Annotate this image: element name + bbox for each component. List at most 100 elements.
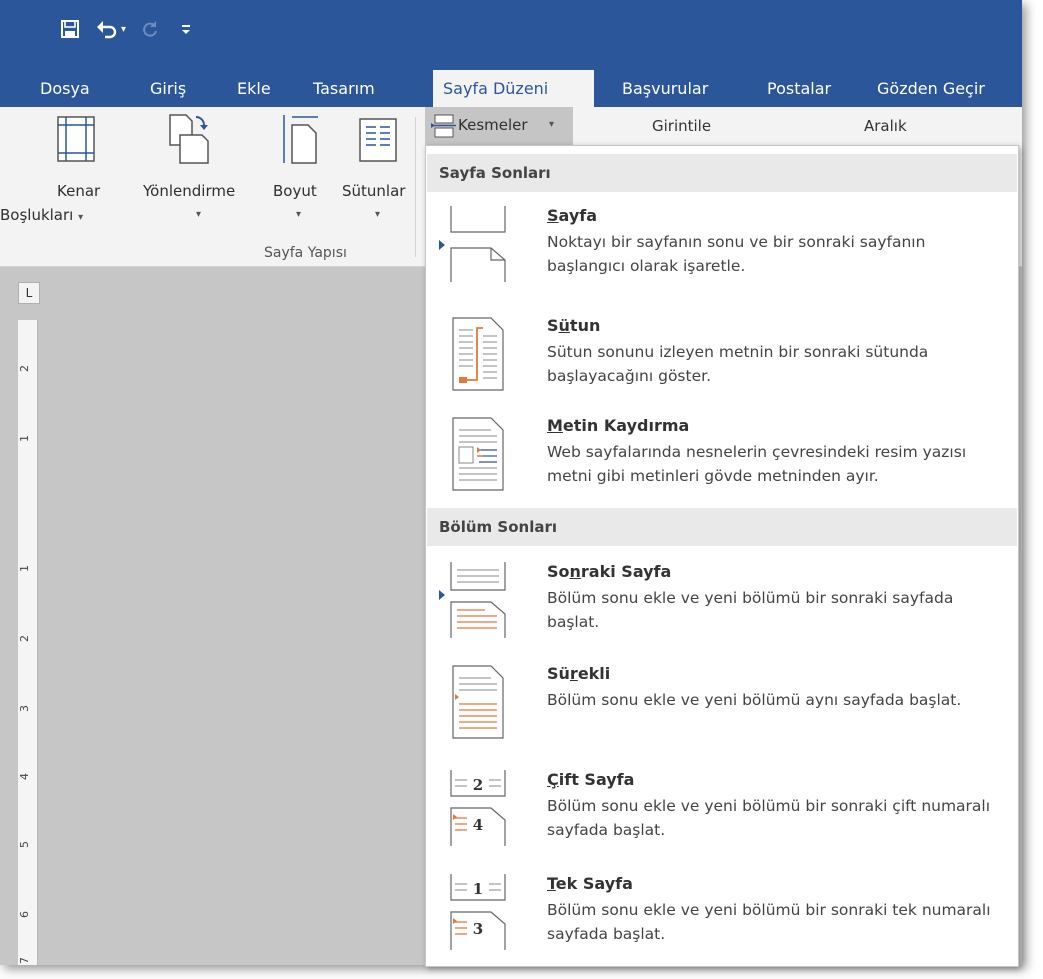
- pointer-icon: [439, 240, 445, 250]
- menu-item-description: Bölüm sonu ekle ve yeni bölümü bir sonra…: [547, 797, 991, 839]
- menu-item-description: Bölüm sonu ekle ve yeni bölümü aynı sayf…: [547, 691, 962, 709]
- title-accel: r: [569, 664, 578, 683]
- tab-references[interactable]: Başvurular: [612, 70, 718, 107]
- title-accel: S: [547, 206, 559, 225]
- title-text: Sü: [547, 664, 570, 683]
- ruler-number: 4: [18, 773, 31, 780]
- title-text: ekli: [577, 664, 611, 683]
- title-text: S: [547, 316, 559, 335]
- ruler-number: 1: [18, 565, 31, 572]
- menu-item-title: Sütun: [547, 316, 600, 335]
- breaks-button[interactable]: Kesmeler ▾: [425, 107, 573, 145]
- chevron-down-icon[interactable]: ▾: [375, 209, 380, 220]
- size-icon[interactable]: [280, 113, 320, 169]
- menu-item-description: Sütun sonunu izleyen metnin bir sonraki …: [547, 343, 929, 385]
- size-label[interactable]: Boyut: [273, 182, 317, 200]
- menu-item-continuous[interactable]: Sürekli Bölüm sonu ekle ve yeni bölümü a…: [427, 660, 1017, 776]
- ruler-number: 5: [18, 841, 31, 848]
- page-break-icon: [447, 206, 509, 282]
- menu-item-description: Bölüm sonu ekle ve yeni bölümü bir sonra…: [547, 589, 954, 631]
- menu-item-even-page[interactable]: 24 Çift Sayfa Bölüm sonu ekle ve yeni bö…: [427, 766, 1017, 882]
- menu-item-next-page[interactable]: Sonraki Sayfa Bölüm sonu ekle ve yeni bö…: [427, 558, 1017, 674]
- ribbon-tab-bar: Dosya Giriş Ekle Tasarım Sayfa Düzeni Ba…: [0, 62, 1022, 107]
- section-header-section-breaks: Bölüm Sonları: [427, 508, 1017, 546]
- spacing-label: Aralık: [864, 117, 907, 135]
- title-text: ift Sayfa: [558, 770, 635, 789]
- menu-item-description: Bölüm sonu ekle ve yeni bölümü bir sonra…: [547, 901, 991, 943]
- chevron-down-icon: ▾: [78, 212, 84, 223]
- section-header-page-breaks: Sayfa Sonları: [427, 154, 1017, 192]
- pointer-icon: [439, 590, 445, 600]
- group-divider: [415, 117, 416, 257]
- chevron-down-icon: ▾: [549, 119, 555, 130]
- tab-insert[interactable]: Ekle: [227, 70, 281, 107]
- ruler-number: 1: [18, 435, 31, 442]
- save-icon[interactable]: [60, 14, 80, 44]
- menu-item-title: Sayfa: [547, 206, 597, 225]
- orientation-label[interactable]: Yönlendirme: [143, 182, 235, 200]
- title-text: etin Kaydırma: [562, 416, 690, 435]
- menu-item-page[interactable]: Sayfa Noktayı bir sayfanın sonu ve bir s…: [427, 202, 1017, 318]
- tab-layout[interactable]: Sayfa Düzeni: [433, 70, 594, 107]
- breaks-icon: [431, 113, 457, 143]
- quick-access-toolbar: ▾: [0, 0, 1022, 62]
- title-text: tun: [569, 316, 601, 335]
- columns-icon[interactable]: [358, 117, 398, 167]
- tab-home[interactable]: Giriş: [140, 70, 196, 107]
- margins-icon[interactable]: [56, 115, 96, 167]
- breaks-dropdown-menu: Sayfa Sonları Sayfa Noktayı bir sayfanın…: [425, 145, 1019, 967]
- menu-item-title: Tek Sayfa: [547, 874, 633, 893]
- column-break-icon: [447, 316, 509, 392]
- tab-mailings[interactable]: Postalar: [757, 70, 841, 107]
- columns-label[interactable]: Sütunlar: [342, 182, 405, 200]
- next-page-break-icon: [447, 562, 509, 638]
- menu-item-odd-page[interactable]: 13 Tek Sayfa Bölüm sonu ekle ve yeni böl…: [427, 870, 1017, 979]
- title-accel: ü: [558, 316, 570, 335]
- ruler-number: 7: [18, 957, 31, 964]
- customize-qat-icon[interactable]: [180, 14, 192, 44]
- tab-selector[interactable]: L: [18, 282, 40, 304]
- menu-item-column[interactable]: Sütun Sütun sonunu izleyen metnin bir so…: [427, 312, 1017, 428]
- ruler-number: 2: [18, 635, 31, 642]
- orientation-icon[interactable]: [166, 113, 210, 169]
- title-accel: n: [569, 562, 581, 581]
- odd-page-break-icon: 13: [447, 874, 509, 950]
- ruler-number: 3: [18, 705, 31, 712]
- text-wrapping-break-icon: [447, 416, 509, 492]
- menu-item-title: Sonraki Sayfa: [547, 562, 671, 581]
- undo-icon[interactable]: [96, 14, 118, 44]
- title-text: So: [547, 562, 570, 581]
- menu-item-description: Noktayı bir sayfanın sonu ve bir sonraki…: [547, 233, 926, 275]
- title-accel: M: [547, 416, 563, 435]
- chevron-down-icon[interactable]: ▾: [296, 209, 301, 220]
- margins-label-2[interactable]: Boşlukları ▾: [0, 206, 83, 224]
- menu-item-title: Sürekli: [547, 664, 610, 683]
- redo-icon[interactable]: [140, 14, 160, 44]
- margins-label-text: Boşlukları: [0, 206, 74, 224]
- icon-number: 3: [473, 920, 483, 938]
- chevron-down-icon[interactable]: ▾: [196, 209, 201, 220]
- tab-review[interactable]: Gözden Geçir: [867, 70, 995, 107]
- icon-number: 1: [473, 880, 483, 898]
- title-accel: Ç: [547, 770, 559, 789]
- breaks-label: Kesmeler: [458, 116, 528, 134]
- title-text: ayfa: [558, 206, 598, 225]
- ruler-number: 2: [18, 365, 31, 372]
- continuous-break-icon: [447, 664, 509, 740]
- undo-dropdown-icon[interactable]: ▾: [121, 14, 126, 44]
- menu-item-description: Web sayfalarında nesnelerin çevresindeki…: [547, 443, 967, 485]
- title-text: ek Sayfa: [555, 874, 633, 893]
- tab-file[interactable]: Dosya: [30, 70, 100, 107]
- margins-label-1: Kenar: [57, 182, 101, 200]
- menu-item-title: Metin Kaydırma: [547, 416, 689, 435]
- title-text: raki Sayfa: [580, 562, 672, 581]
- indent-label: Girintile: [652, 117, 712, 135]
- icon-number: 4: [473, 816, 483, 834]
- title-accel: T: [547, 874, 556, 893]
- even-page-break-icon: 24: [447, 770, 509, 846]
- vertical-ruler: 2 1 1 2 3 4 5 6 7: [18, 320, 38, 965]
- page-setup-group-label: Sayfa Yapısı: [264, 245, 347, 261]
- icon-number: 2: [473, 776, 483, 794]
- tab-design[interactable]: Tasarım: [303, 70, 385, 107]
- menu-item-title: Çift Sayfa: [547, 770, 634, 789]
